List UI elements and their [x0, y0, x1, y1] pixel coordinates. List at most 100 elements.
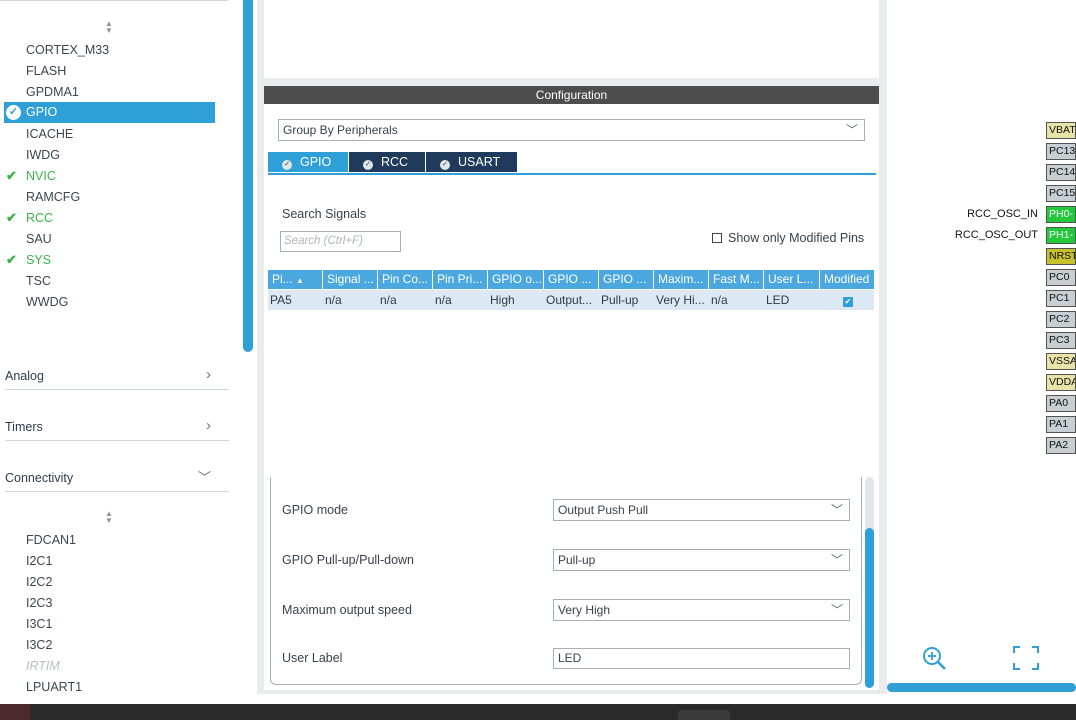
pin-pa0[interactable]: PA0: [1046, 395, 1076, 412]
column-header-user-label[interactable]: User L...: [764, 270, 820, 289]
column-header-pin-context[interactable]: Pin Co...: [378, 270, 433, 289]
sidebar-item-label: GPIO: [26, 105, 58, 119]
pin-nrst[interactable]: NRST: [1046, 248, 1076, 265]
modified-checkbox[interactable]: ✔: [841, 290, 861, 310]
category-connectivity[interactable]: Connectivity ﹀: [5, 464, 229, 492]
sidebar-item-flash[interactable]: FLASH: [26, 61, 66, 81]
sidebar-item-i3c2[interactable]: I3C2: [26, 635, 52, 655]
table-cell: LED: [766, 293, 790, 307]
sidebar-item-fdcan1[interactable]: FDCAN1: [26, 530, 76, 550]
check-circle-icon: ✓: [6, 105, 21, 120]
fit-to-screen-icon[interactable]: [1012, 645, 1040, 671]
table-cell: High: [490, 293, 515, 307]
sidebar-item-i2c1[interactable]: I2C1: [26, 551, 52, 571]
tab-underline: [268, 173, 876, 175]
sidebar-item-rcc[interactable]: ✔ RCC: [6, 208, 53, 228]
gpio-pull-select[interactable]: Pull-up ﹀: [553, 549, 850, 571]
category-timers[interactable]: Timers ›: [5, 413, 229, 441]
tab-rcc[interactable]: ✓ RCC: [349, 152, 425, 172]
sidebar-scrollbar[interactable]: [243, 0, 253, 352]
table-header: Pi... ▲ Signal ... Pin Co... Pin Pri... …: [268, 270, 874, 289]
pin-ph0[interactable]: PH0-: [1046, 206, 1076, 223]
gpio-mode-select[interactable]: Output Push Pull ﹀: [553, 499, 850, 521]
group-by-select[interactable]: Group By Peripherals ﹀: [278, 119, 865, 141]
sidebar-item-nvic[interactable]: ✔ NVIC: [6, 166, 56, 186]
gpio-mode-value: Output Push Pull: [558, 503, 649, 517]
checkmark-icon: ✔: [6, 168, 17, 183]
sidebar-item-tsc[interactable]: TSC: [26, 271, 51, 291]
sort-icon[interactable]: ▲ ▼: [104, 510, 114, 525]
pin-vbat[interactable]: VBAT: [1046, 122, 1076, 139]
max-speed-label: Maximum output speed: [282, 603, 412, 617]
table-cell: n/a: [325, 293, 342, 307]
taskbar-start-area[interactable]: [0, 704, 30, 720]
detail-scrollbar[interactable]: [865, 528, 874, 688]
pinout-horizontal-scrollbar[interactable]: [887, 683, 1076, 692]
search-input[interactable]: Search (Ctrl+F): [280, 231, 401, 252]
table-cell: n/a: [380, 293, 397, 307]
sidebar-item-i3c1[interactable]: I3C1: [26, 614, 52, 634]
pin-vdda[interactable]: VDDA: [1046, 374, 1076, 391]
column-header-max-speed[interactable]: Maxim...: [654, 270, 709, 289]
show-modified-checkbox[interactable]: Show only Modified Pins: [712, 231, 864, 245]
divider: [0, 0, 228, 1]
tab-gpio[interactable]: ✓ GPIO: [268, 152, 348, 172]
sidebar-item-lpuart1[interactable]: LPUART1: [26, 677, 82, 692]
pin-pc15[interactable]: PC15: [1046, 185, 1076, 202]
column-header-pin[interactable]: Pi... ▲: [268, 270, 323, 289]
pin-pc3[interactable]: PC3: [1046, 332, 1076, 349]
pin-pc0[interactable]: PC0: [1046, 269, 1076, 286]
pin-pa2[interactable]: PA2: [1046, 437, 1076, 454]
chevron-down-icon: ﹀: [830, 553, 843, 567]
sidebar-item-gpio[interactable]: ✓ GPIO: [4, 102, 215, 123]
os-taskbar: [0, 704, 1076, 720]
sidebar-item-icache[interactable]: ICACHE: [26, 124, 73, 144]
column-header-gpio-mode[interactable]: GPIO ...: [544, 270, 599, 289]
taskbar-button[interactable]: [678, 710, 730, 720]
checkbox-icon: [712, 233, 722, 243]
sidebar-item-sys[interactable]: ✔ SYS: [6, 250, 51, 270]
table-cell: Output...: [546, 293, 593, 307]
gpio-pull-label: GPIO Pull-up/Pull-down: [282, 553, 415, 567]
sidebar-item-i2c2[interactable]: I2C2: [26, 572, 52, 592]
pin-pa1[interactable]: PA1: [1046, 416, 1076, 433]
sidebar-item-cortex-m33[interactable]: CORTEX_M33: [26, 40, 109, 60]
checkmark-icon: ✔: [843, 297, 853, 307]
group-by-value: Group By Peripherals: [283, 123, 398, 137]
pin-pc13[interactable]: PC13: [1046, 143, 1076, 160]
user-label-input[interactable]: LED: [553, 648, 850, 669]
pin-pc1[interactable]: PC1: [1046, 290, 1076, 307]
pin-pc2[interactable]: PC2: [1046, 311, 1076, 328]
table-row[interactable]: PA5 n/a n/a n/a High Output... Pull-up V…: [268, 290, 874, 310]
chevron-right-icon: ›: [206, 417, 211, 434]
column-header-gpio-pull[interactable]: GPIO ...: [599, 270, 654, 289]
zoom-in-icon[interactable]: [921, 645, 947, 671]
category-analog[interactable]: Analog ›: [5, 362, 229, 390]
tab-usart[interactable]: ✓ USART: [426, 152, 517, 172]
table-cell: Very Hi...: [656, 293, 705, 307]
sidebar-item-i2c3[interactable]: I2C3: [26, 593, 52, 613]
column-header-pin-privilege[interactable]: Pin Pri...: [433, 270, 488, 289]
check-circle-icon: ✓: [363, 160, 373, 170]
sidebar-item-ramcfg[interactable]: RAMCFG: [26, 187, 80, 207]
pin-ph1[interactable]: PH1-: [1046, 227, 1076, 244]
sidebar-item-sau[interactable]: SAU: [26, 229, 52, 249]
max-speed-select[interactable]: Very High ﹀: [553, 599, 850, 621]
column-header-gpio-output[interactable]: GPIO o...: [488, 270, 544, 289]
table-cell: PA5: [270, 293, 292, 307]
table-cell: n/a: [711, 293, 728, 307]
sidebar-item-irtim: IRTIM: [26, 659, 60, 673]
check-circle-icon: ✓: [282, 160, 292, 170]
sort-icon[interactable]: ▲ ▼: [104, 20, 114, 35]
column-header-fast-mode[interactable]: Fast M...: [709, 270, 764, 289]
signal-label-ph1: RCC_OSC_OUT: [954, 229, 1038, 241]
column-header-modified[interactable]: Modified: [820, 270, 874, 289]
column-header-signal[interactable]: Signal ...: [323, 270, 378, 289]
pin-pc14[interactable]: PC14: [1046, 164, 1076, 181]
pin-vssa[interactable]: VSSA: [1046, 353, 1076, 370]
sidebar-item-gpdma1[interactable]: GPDMA1: [26, 82, 79, 102]
sidebar-item-wwdg[interactable]: WWDG: [26, 292, 68, 312]
table-cell: Pull-up: [601, 293, 639, 307]
sidebar-item-iwdg[interactable]: IWDG: [26, 145, 60, 165]
gpio-mode-label: GPIO mode: [282, 503, 348, 517]
